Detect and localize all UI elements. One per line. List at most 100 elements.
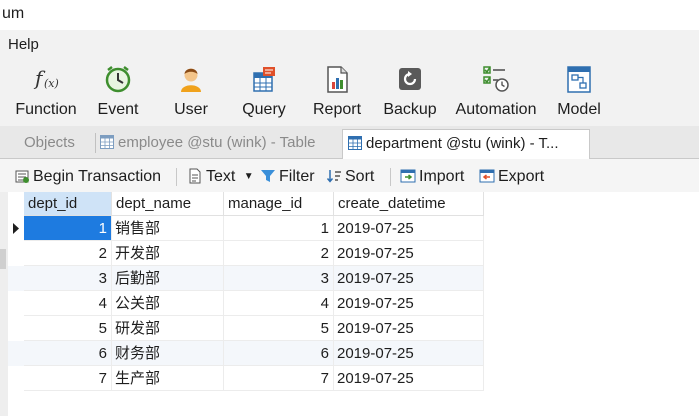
- tab-objects[interactable]: Objects: [24, 129, 90, 157]
- ribbon-query-button[interactable]: Query: [234, 58, 294, 126]
- ribbon-query-label: Query: [242, 101, 286, 118]
- table-row[interactable]: 7 生产部 7 2019-07-25: [8, 366, 484, 391]
- table-row[interactable]: 6 财务部 6 2019-07-25: [8, 341, 484, 366]
- query-table-icon: [253, 67, 275, 92]
- main-ribbon: f (x) Function Event User Query Report B…: [0, 58, 699, 126]
- tab-objects-label: Objects: [24, 134, 75, 151]
- backup-icon: [399, 68, 421, 90]
- tab-department-table[interactable]: department @stu (wink) - T...: [342, 129, 590, 159]
- filter-label: Filter: [279, 168, 315, 185]
- ribbon-automation-button[interactable]: Automation: [451, 58, 541, 126]
- cell-manage-id[interactable]: 7: [224, 366, 334, 391]
- cell-create-datetime[interactable]: 2019-07-25: [334, 316, 484, 341]
- table-row[interactable]: 3 后勤部 3 2019-07-25: [8, 266, 484, 291]
- cell-create-datetime[interactable]: 2019-07-25: [334, 366, 484, 391]
- cell-dept-id[interactable]: 1: [24, 216, 112, 241]
- cell-dept-id[interactable]: 3: [24, 266, 112, 291]
- cell-dept-id[interactable]: 5: [24, 316, 112, 341]
- import-button[interactable]: Import: [400, 167, 464, 187]
- cell-manage-id[interactable]: 4: [224, 291, 334, 316]
- cell-dept-name[interactable]: 销售部: [112, 216, 224, 241]
- begin-transaction-button[interactable]: Begin Transaction: [14, 167, 161, 187]
- cell-dept-name[interactable]: 开发部: [112, 241, 224, 266]
- cell-dept-name[interactable]: 财务部: [112, 341, 224, 366]
- import-label: Import: [419, 168, 465, 185]
- user-icon: [181, 68, 201, 92]
- filter-icon: [261, 170, 275, 182]
- ribbon-automation-label: Automation: [455, 101, 537, 118]
- table-row[interactable]: 4 公关部 4 2019-07-25: [8, 291, 484, 316]
- export-icon: [479, 169, 495, 183]
- cell-manage-id[interactable]: 1: [224, 216, 334, 241]
- table-toolbar: Begin Transaction Text ▼ Filter Sort Imp…: [0, 159, 699, 192]
- cell-manage-id[interactable]: 6: [224, 341, 334, 366]
- cell-create-datetime[interactable]: 2019-07-25: [334, 216, 484, 241]
- ribbon-backup-button[interactable]: Backup: [380, 58, 440, 126]
- transaction-icon: [15, 170, 29, 183]
- cell-dept-name[interactable]: 生产部: [112, 366, 224, 391]
- window-titlebar: um: [0, 0, 699, 30]
- column-header-create-datetime[interactable]: create_datetime: [334, 192, 484, 216]
- tab-employee-table[interactable]: employee @stu (wink) - Table: [100, 129, 338, 157]
- cell-dept-name[interactable]: 公关部: [112, 291, 224, 316]
- ribbon-function-button[interactable]: f (x) Function: [6, 58, 86, 126]
- ribbon-backup-label: Backup: [383, 101, 437, 118]
- menu-bar: Help: [0, 30, 699, 58]
- cell-dept-id[interactable]: 4: [24, 291, 112, 316]
- tab-department-label: department @stu (wink) - T...: [366, 135, 559, 152]
- sort-button[interactable]: Sort: [326, 167, 374, 187]
- cell-manage-id[interactable]: 5: [224, 316, 334, 341]
- cell-create-datetime[interactable]: 2019-07-25: [334, 341, 484, 366]
- svg-text:(x): (x): [44, 77, 59, 90]
- text-view-label: Text: [206, 168, 236, 185]
- toolbar-divider: [390, 168, 391, 186]
- filter-button[interactable]: Filter: [260, 167, 315, 187]
- ribbon-report-button[interactable]: Report: [307, 58, 367, 126]
- table-row[interactable]: 2 开发部 2 2019-07-25: [8, 241, 484, 266]
- column-header-dept-id[interactable]: dept_id: [24, 192, 112, 216]
- table-icon: [100, 135, 114, 149]
- export-button[interactable]: Export: [479, 167, 544, 187]
- tab-employee-label: employee @stu (wink) - Table: [118, 134, 316, 151]
- cell-manage-id[interactable]: 3: [224, 266, 334, 291]
- export-label: Export: [498, 168, 545, 185]
- cell-dept-name[interactable]: 研发部: [112, 316, 224, 341]
- model-icon: [567, 66, 591, 93]
- sort-icon: [326, 170, 341, 183]
- left-gutter: [0, 192, 8, 416]
- table-row[interactable]: 5 研发部 5 2019-07-25: [8, 316, 484, 341]
- cell-manage-id[interactable]: 2: [224, 241, 334, 266]
- cell-create-datetime[interactable]: 2019-07-25: [334, 266, 484, 291]
- cell-dept-name[interactable]: 后勤部: [112, 266, 224, 291]
- begin-transaction-label: Begin Transaction: [33, 168, 162, 185]
- clock-icon: [105, 66, 131, 93]
- function-icon: f (x): [33, 66, 59, 90]
- report-icon: [327, 66, 348, 93]
- column-header-manage-id[interactable]: manage_id: [224, 192, 334, 216]
- document-tab-strip: Objects employee @stu (wink) - Table dep…: [0, 126, 699, 159]
- table-icon: [348, 136, 362, 150]
- table-row[interactable]: 1 销售部 1 2019-07-25: [8, 216, 484, 241]
- ribbon-user-button[interactable]: User: [161, 58, 221, 126]
- ribbon-user-label: User: [174, 101, 208, 118]
- cell-dept-id[interactable]: 6: [24, 341, 112, 366]
- ribbon-event-button[interactable]: Event: [88, 58, 148, 126]
- ribbon-model-button[interactable]: Model: [550, 58, 608, 126]
- ribbon-event-label: Event: [97, 101, 139, 118]
- text-view-button[interactable]: Text ▼: [187, 167, 254, 187]
- scroll-marker[interactable]: [0, 249, 6, 269]
- cell-create-datetime[interactable]: 2019-07-25: [334, 291, 484, 316]
- cell-dept-id[interactable]: 2: [24, 241, 112, 266]
- cell-dept-id[interactable]: 7: [24, 366, 112, 391]
- window-title: um: [2, 5, 25, 22]
- ribbon-report-label: Report: [312, 101, 362, 118]
- chevron-down-icon[interactable]: ▼: [244, 171, 254, 182]
- checklist-clock-icon: [483, 66, 509, 92]
- ribbon-function-label: Function: [15, 101, 77, 118]
- sort-label: Sort: [345, 168, 375, 185]
- menu-help[interactable]: Help: [8, 36, 39, 53]
- cell-create-datetime[interactable]: 2019-07-25: [334, 241, 484, 266]
- import-icon: [400, 169, 416, 183]
- document-text-icon: [189, 168, 201, 184]
- column-header-dept-name[interactable]: dept_name: [112, 192, 224, 216]
